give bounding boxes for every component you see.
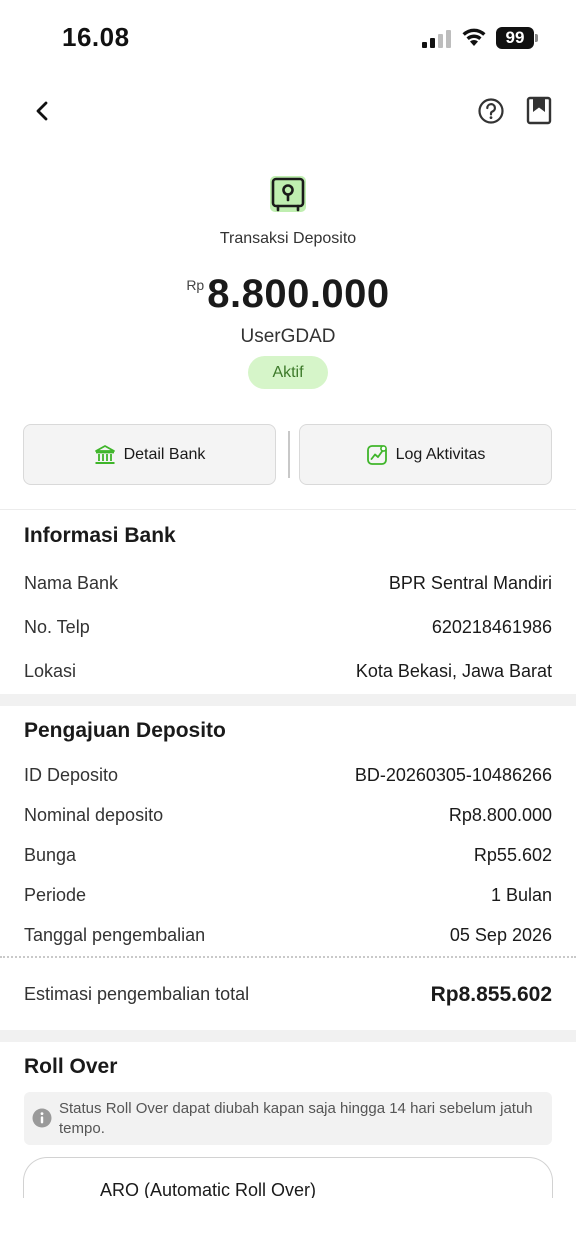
return-date-label: Tanggal pengembalian: [24, 925, 206, 945]
amount-currency: Rp: [186, 277, 205, 293]
total-return-label: Estimasi pengembalian total: [24, 984, 250, 1004]
status-badge: Aktif: [248, 356, 328, 389]
deposit-amount: Rp8.800.000: [0, 272, 576, 317]
interest-label: Bunga: [24, 845, 77, 865]
detail-bank-button[interactable]: Detail Bank: [23, 424, 276, 485]
bank-name-label: Nama Bank: [24, 573, 119, 593]
activity-chart-icon: [366, 444, 387, 465]
nominal-value: Rp8.800.000: [448, 805, 552, 825]
chevron-left-icon[interactable]: [28, 96, 56, 126]
roll-over-info-text: Status Roll Over dapat diubah kapan saja…: [59, 1100, 533, 1137]
wifi-icon: [462, 28, 486, 46]
phone-label: No. Telp: [24, 617, 90, 637]
bank-name-value: BPR Sentral Mandiri: [388, 573, 552, 593]
nominal-label: Nominal deposito: [24, 805, 164, 825]
detail-bank-label: Detail Bank: [123, 445, 206, 463]
return-date-value: 05 Sep 2026: [449, 925, 552, 945]
phone-value: 620218461986: [431, 617, 552, 637]
username: UserGDAD: [240, 326, 336, 347]
roll-over-title: Roll Over: [24, 1055, 118, 1078]
location-value: Kota Bekasi, Jawa Barat: [355, 661, 552, 681]
info-icon: [32, 1108, 52, 1128]
interest-value: Rp55.602: [473, 845, 552, 865]
status-bar: 16.08 99: [0, 0, 576, 78]
deposit-section-title: Pengajuan Deposito: [24, 719, 226, 742]
total-return-value: Rp8.855.602: [430, 983, 552, 1006]
bank-icon: [94, 444, 115, 464]
status-time: 16.08: [62, 22, 130, 52]
deposit-id-label: ID Deposito: [24, 765, 119, 785]
cellular-signal-icon: [422, 30, 451, 48]
bottom-mask: [0, 1198, 576, 1247]
dotted-divider: [0, 956, 576, 958]
bookmark-icon[interactable]: [524, 95, 554, 127]
question-circle-icon[interactable]: [476, 96, 506, 126]
period-value: 1 Bulan: [490, 885, 552, 905]
safe-deposit-icon: [270, 176, 306, 212]
divider: [0, 509, 576, 510]
battery-icon: 99: [496, 27, 538, 49]
roll-over-info-box: Status Roll Over dapat diubah kapan saja…: [24, 1092, 552, 1145]
section-separator: [0, 1030, 576, 1042]
amount-value: 8.800.000: [207, 272, 390, 316]
section-separator: [0, 694, 576, 706]
location-label: Lokasi: [24, 661, 77, 681]
log-aktivitas-label: Log Aktivitas: [395, 445, 486, 463]
transaction-type-label: Transaksi Deposito: [219, 230, 357, 247]
bank-info-title: Informasi Bank: [24, 524, 176, 547]
deposit-id-value: BD-20260305-10486266: [354, 765, 552, 785]
battery-level: 99: [496, 27, 534, 49]
top-nav: [0, 88, 576, 134]
period-label: Periode: [24, 885, 87, 905]
button-divider: [288, 431, 290, 478]
log-aktivitas-button[interactable]: Log Aktivitas: [299, 424, 552, 485]
